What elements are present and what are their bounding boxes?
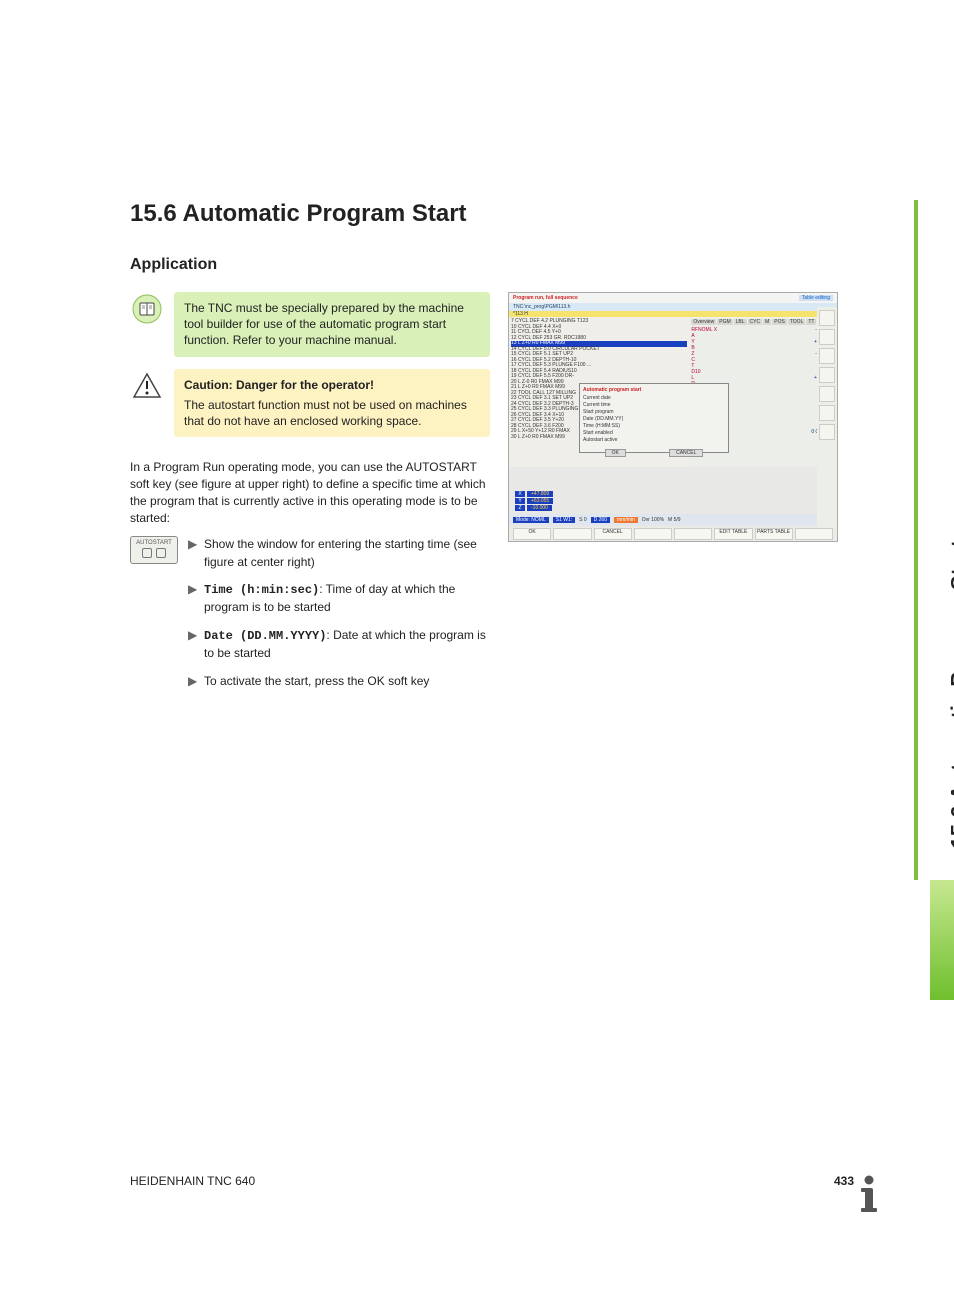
bullet-time: ▶ Time (h:min:sec): Time of day at which… xyxy=(188,581,490,617)
tnc-screenshot: Program run, full sequence Table editing… xyxy=(508,292,838,542)
status-tab[interactable]: CYC xyxy=(748,319,763,325)
dialog-cancel-button[interactable]: CANCEL xyxy=(669,449,703,457)
book-icon xyxy=(130,292,164,326)
side-tab-label: 15.6 Automatic Program Start xyxy=(946,540,954,849)
softkey[interactable] xyxy=(674,528,712,540)
warning-icon xyxy=(130,369,164,403)
arrow-icon: ▶ xyxy=(188,536,198,571)
status-tab[interactable]: TOOL xyxy=(788,319,806,325)
left-column: The TNC must be specially prepared by th… xyxy=(130,292,490,708)
bullet-activate: ▶ To activate the start, press the OK so… xyxy=(188,673,490,690)
manual-page: 15.6 Automatic Program Start 15.6 Automa… xyxy=(0,0,954,1308)
dialog-ok-button[interactable]: OK xyxy=(605,449,626,457)
arrow-icon: ▶ xyxy=(188,673,198,690)
status-tab[interactable]: PGM xyxy=(717,319,732,325)
softkey[interactable]: EDIT TABLE xyxy=(714,528,752,540)
softkey[interactable]: CANCEL xyxy=(594,528,632,540)
autostart-dialog: Automatic program start Current dateCurr… xyxy=(579,383,729,453)
softkey[interactable] xyxy=(795,528,833,540)
softkey[interactable] xyxy=(553,528,591,540)
status-tab[interactable]: TT xyxy=(806,319,816,325)
status-row: Mode: NOML S1 W1: S 0 D 260 mm/min Ovr 1… xyxy=(509,514,837,525)
axis-display: X+47.809Y+63.055Z-10.000 xyxy=(515,491,553,511)
caution-title: Caution: Danger for the operator! xyxy=(184,377,480,393)
section-title: 15.6 Automatic Program Start xyxy=(130,200,874,228)
status-tab[interactable]: M xyxy=(763,319,771,325)
screen-secondary-title: Table editing xyxy=(799,295,833,301)
status-tab[interactable]: Overview xyxy=(691,319,716,325)
softkey[interactable]: OK xyxy=(513,528,551,540)
footer-product: HEIDENHAIN TNC 640 xyxy=(130,1174,255,1188)
program-path: TNC:\nc_prog\PGM\113.h xyxy=(509,303,837,311)
section-subtitle: Application xyxy=(130,256,874,274)
arrow-icon: ▶ xyxy=(188,627,198,663)
bullet-date: ▶ Date (DD.MM.YYYY): Date at which the p… xyxy=(188,627,490,663)
intro-paragraph: In a Program Run operating mode, you can… xyxy=(130,459,490,526)
screen-mode-title: Program run, full sequence xyxy=(513,295,578,301)
status-tab[interactable]: LBL xyxy=(734,319,747,325)
softkey[interactable] xyxy=(634,528,672,540)
autostart-softkey-icon: AUTOSTART xyxy=(130,536,178,564)
bullet-show-window: ▶ Show the window for entering the start… xyxy=(188,536,490,571)
caution-text: The autostart function must not be used … xyxy=(184,397,480,429)
status-tab[interactable]: POS xyxy=(772,319,787,325)
arrow-icon: ▶ xyxy=(188,581,198,617)
side-tab: 15.6 Automatic Program Start xyxy=(914,200,954,880)
note-text: The TNC must be specially prepared by th… xyxy=(184,300,480,349)
softkey[interactable]: PARTS TABLE xyxy=(755,528,793,540)
right-toolbar xyxy=(817,307,837,527)
page-footer: HEIDENHAIN TNC 640 433 xyxy=(130,1174,854,1188)
info-icon xyxy=(844,1168,894,1218)
softkey-row: OK CANCEL EDIT TABLEPARTS TABLE xyxy=(509,527,837,541)
side-gradient-bar xyxy=(930,880,954,1000)
